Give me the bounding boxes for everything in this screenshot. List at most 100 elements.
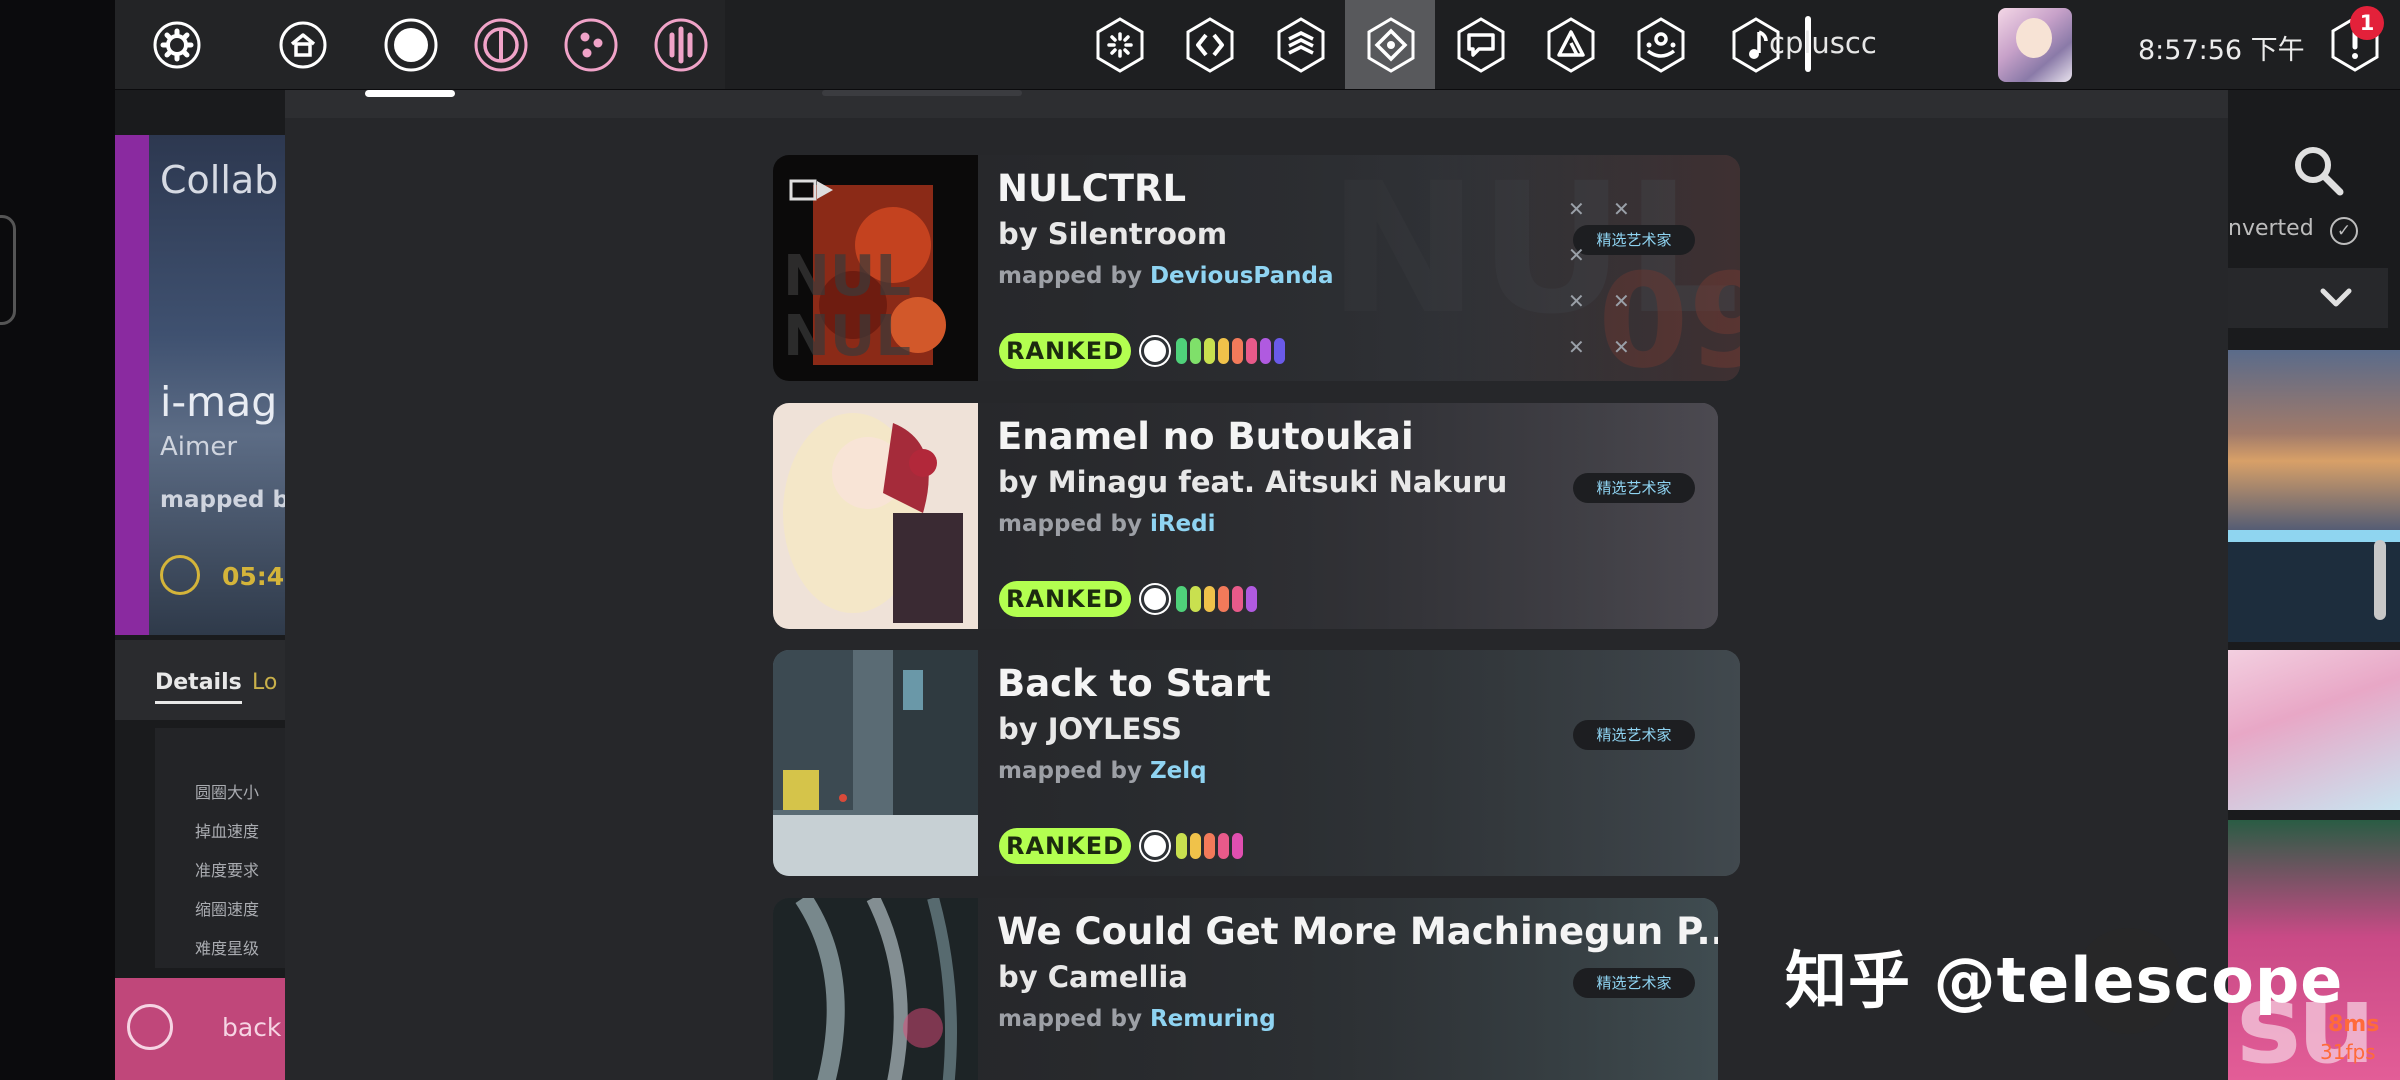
mapper-link[interactable]: iRedi	[1150, 511, 1216, 537]
tournaments-icon	[1547, 17, 1595, 73]
tab-details[interactable]: Details	[155, 670, 242, 704]
difficulty-spread	[1141, 831, 1243, 861]
tab-local[interactable]: Lo	[252, 670, 277, 695]
mapper-link[interactable]: Zelq	[1150, 758, 1207, 784]
difficulty-pill[interactable]	[1190, 338, 1201, 364]
tournaments-button[interactable]	[1540, 14, 1602, 76]
difficulty-pill[interactable]	[1218, 833, 1229, 859]
changelog-button[interactable]	[1270, 14, 1332, 76]
beatmap-mapper-line: mapped by DeviousPanda	[998, 263, 1334, 289]
status-badge: RANKED	[999, 828, 1131, 864]
featured-artist-badge: 精选艺术家	[1573, 720, 1695, 750]
difficulty-pill[interactable]	[1176, 833, 1187, 859]
beatmap-cover-image	[773, 403, 978, 629]
difficulty-pill[interactable]	[1232, 338, 1243, 364]
difficulty-pill[interactable]	[1190, 586, 1201, 612]
converted-toggle-label: nverted	[2228, 216, 2314, 241]
close-icon: ✕	[1568, 243, 1585, 267]
beatmap-card[interactable]: We Could Get More Machinegun P... by Cam…	[773, 898, 1718, 1080]
mapper-link[interactable]: DeviousPanda	[1150, 263, 1334, 289]
chat-button[interactable]	[1450, 14, 1512, 76]
beatmap-card[interactable]: Enamel no Butoukai by Minagu feat. Aitsu…	[773, 403, 1718, 629]
difficulty-pill[interactable]	[1218, 586, 1229, 612]
rankings-button[interactable]	[1179, 14, 1241, 76]
stat-star-rating: 难度星级	[195, 939, 260, 958]
stat-accuracy: 准度要求	[195, 861, 260, 880]
difficulty-pill[interactable]	[1274, 338, 1285, 364]
osu-mode-icon	[1141, 337, 1169, 365]
difficulty-pill[interactable]	[1232, 833, 1243, 859]
osu-mode-button[interactable]	[380, 14, 442, 76]
featured-artist-badge: 精选艺术家	[1573, 473, 1695, 503]
panel-accent	[115, 135, 149, 635]
difficulty-pill[interactable]	[1218, 338, 1229, 364]
home-icon	[279, 21, 327, 69]
beatmap-artist: by JOYLESS	[998, 712, 1182, 746]
beatmap-listing-button[interactable]	[1089, 14, 1151, 76]
mapped-by-label: mapped by	[998, 263, 1150, 289]
difficulty-pill[interactable]	[1204, 586, 1215, 612]
difficulty-pill[interactable]	[1176, 338, 1187, 364]
home-button[interactable]	[272, 14, 334, 76]
avatar[interactable]	[1998, 8, 2072, 82]
carousel-item-thumbnail[interactable]	[2228, 350, 2400, 535]
svg-text:NUL: NUL	[783, 244, 911, 309]
mapped-by-label: mapped by	[998, 511, 1150, 537]
check-icon[interactable]: ✓	[2330, 217, 2358, 245]
featured-artist-badge: 精选艺术家	[1573, 968, 1695, 998]
difficulty-pill[interactable]	[1190, 833, 1201, 859]
back-icon	[127, 1004, 173, 1050]
song-length: 05:4	[222, 562, 285, 591]
beatmap-title: NULCTRL	[997, 167, 1187, 210]
difficulty-spread	[1141, 336, 1285, 366]
sort-dropdown[interactable]	[2228, 268, 2388, 328]
catch-mode-icon	[564, 18, 618, 72]
osu-mode-icon	[1141, 585, 1169, 613]
beatmap-artist: by Silentroom	[998, 217, 1228, 251]
latency-readout: 8ms	[2328, 1012, 2380, 1037]
difficulty-spread	[1141, 584, 1257, 614]
search-icon[interactable]	[2290, 142, 2346, 198]
taiko-mode-icon	[474, 18, 528, 72]
mapped-by-label: mapped by	[998, 758, 1150, 784]
difficulty-pill[interactable]	[1246, 338, 1257, 364]
beatmap-icon	[1367, 17, 1415, 73]
clock-icon	[160, 555, 200, 595]
social-button[interactable]	[1630, 14, 1692, 76]
taiko-mode-button[interactable]	[470, 14, 532, 76]
difficulty-pill[interactable]	[1204, 833, 1215, 859]
overlay-drag-handle[interactable]	[822, 90, 1022, 96]
fps-readout: 31fps	[2320, 1040, 2376, 1064]
difficulty-pill[interactable]	[1232, 586, 1243, 612]
stat-circle-size: 圆圈大小	[195, 783, 260, 802]
beatmap-card[interactable]: Back to Start by JOYLESS mapped by Zelq …	[773, 650, 1740, 876]
song-artist: Aimer	[160, 432, 238, 462]
catch-mode-button[interactable]	[560, 14, 622, 76]
beatmap-card[interactable]: NUL 09 NUL NUL NULCTRL by Silentroom map…	[773, 155, 1740, 381]
difficulty-pill[interactable]	[1204, 338, 1215, 364]
close-icon: ✕	[1613, 335, 1630, 359]
difficulty-pill[interactable]	[1260, 338, 1271, 364]
stat-hp-drain: 掉血速度	[195, 822, 260, 841]
mania-mode-icon	[654, 18, 708, 72]
carousel-item-selected-bar	[2228, 530, 2400, 542]
social-icon	[1637, 17, 1685, 73]
difficulty-pill[interactable]	[1246, 586, 1257, 612]
beatmap-button[interactable]	[1360, 14, 1422, 76]
device-edge	[0, 215, 16, 325]
settings-button[interactable]	[146, 14, 208, 76]
mania-mode-button[interactable]	[650, 14, 712, 76]
active-mode-indicator	[365, 90, 455, 97]
carousel-item-thumbnail[interactable]	[2228, 650, 2400, 810]
beatmap-mapper-line: mapped by Zelq	[998, 758, 1207, 784]
beatmap-cover-image	[773, 650, 978, 876]
settings-icon	[153, 21, 201, 69]
username[interactable]: cpluscc	[1769, 26, 1877, 60]
close-icon: ✕	[1568, 335, 1585, 359]
beatmap-title: Enamel no Butoukai	[997, 415, 1414, 458]
scrollbar-thumb[interactable]	[2374, 540, 2386, 620]
mapper-link[interactable]: Remuring	[1150, 1006, 1276, 1032]
song-mapper: mapped by	[160, 487, 304, 513]
overlay-header	[285, 90, 2228, 118]
difficulty-pill[interactable]	[1176, 586, 1187, 612]
